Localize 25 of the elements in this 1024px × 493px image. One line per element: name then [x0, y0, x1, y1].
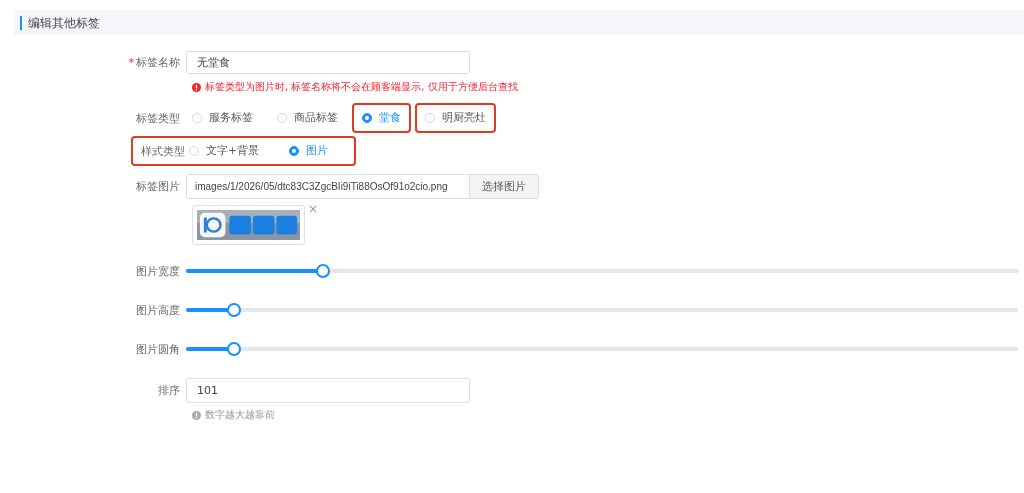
field-label: 排序 — [158, 383, 180, 398]
slider-handle[interactable] — [316, 264, 331, 278]
image-path-input[interactable]: images/1/2026/05/dtc83C3ZgcBIi9iTi88OsOf91o2cio.png — [186, 174, 470, 199]
sort-input[interactable]: 101 — [186, 378, 470, 403]
warning-text: 标签类型为图片时, 标签名称将不会在顾客端显示, 仅用于方便后台查找 — [205, 80, 518, 94]
section-title: 编辑其他标签 — [20, 15, 100, 30]
field-label: 标签图片 — [136, 179, 180, 194]
slider-handle[interactable] — [227, 303, 242, 317]
field-label: 标签类型 — [136, 110, 180, 126]
field-label: 图片高度 — [136, 302, 180, 318]
slider-handle[interactable] — [227, 342, 242, 356]
warning-icon — [192, 82, 201, 92]
radio-option[interactable]: 明厨亮灶 — [415, 103, 496, 133]
field-label: 图片圆角 — [136, 341, 180, 357]
field-label: 标签名称 — [136, 55, 180, 70]
required-mark: * — [128, 56, 134, 69]
name-input[interactable]: 无堂食 — [186, 51, 470, 74]
info-icon — [192, 410, 201, 420]
radio-option[interactable]: 商品标签 — [267, 103, 348, 133]
field-label: 样式类型 — [141, 143, 185, 159]
choose-image-button[interactable]: 选择图片 — [469, 174, 539, 199]
hint-text: 数字越大越靠前 — [205, 408, 275, 422]
radio-option[interactable]: 服务标签 — [182, 103, 263, 133]
radio-option[interactable]: 文字+背景 — [185, 138, 263, 164]
field-label: 图片宽度 — [136, 263, 180, 279]
